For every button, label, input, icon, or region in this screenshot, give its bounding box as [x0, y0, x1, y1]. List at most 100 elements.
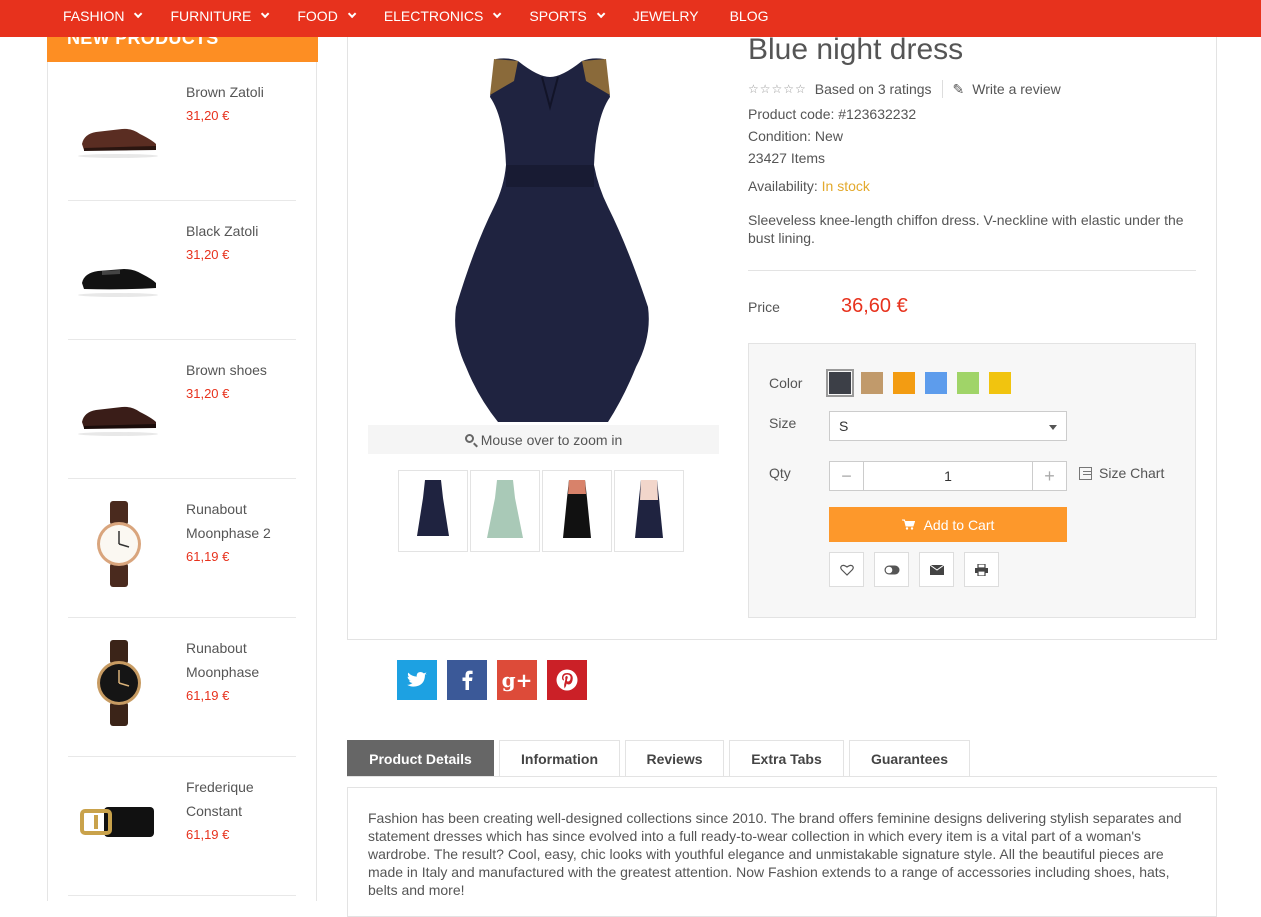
nav-label: FURNITURE [170, 8, 252, 24]
watch-white-icon[interactable] [74, 499, 164, 589]
price-label: Price [748, 299, 780, 315]
product-tabs: Product Details Information Reviews Extr… [347, 740, 1217, 777]
product-stock-count: 23427 Items [748, 150, 826, 166]
thumbnail-image[interactable] [614, 470, 684, 552]
sidebar-product-name[interactable]: Runabout Moonphase 2 61,19 € [186, 497, 296, 569]
sidebar-product-price: 61,19 € [186, 549, 230, 564]
sidebar-product-price: 31,20 € [186, 386, 230, 401]
tab-reviews[interactable]: Reviews [625, 740, 724, 776]
tab-information[interactable]: Information [499, 740, 620, 776]
toggle-icon [884, 565, 899, 574]
sidebar-product[interactable]: Frederique Constant 61,19 € [68, 757, 296, 896]
thumbnail-image[interactable] [470, 470, 540, 552]
sidebar-product-name[interactable]: Runabout Moonphase 61,19 € [186, 636, 296, 708]
sidebar-product[interactable]: Runabout Moonphase 2 61,19 € [68, 479, 296, 618]
color-swatch-charcoal[interactable] [826, 369, 854, 397]
sidebar-product-name[interactable]: Black Zatoli 31,20 € [186, 219, 296, 267]
add-to-cart-button[interactable]: Add to Cart [829, 507, 1067, 542]
shoe-black-icon[interactable] [74, 221, 164, 311]
watch-black-icon[interactable] [74, 638, 164, 728]
shoe-brown-icon[interactable] [74, 82, 164, 172]
print-button[interactable] [964, 552, 999, 587]
dress-navy-icon [417, 480, 449, 536]
belt-icon[interactable] [74, 777, 164, 867]
color-swatch-orange[interactable] [893, 372, 915, 394]
sidebar-product-name[interactable]: Brown Zatoli 31,20 € [186, 80, 296, 128]
chevron-down-icon [493, 9, 502, 19]
size-value: S [839, 418, 849, 434]
nav-item-furniture[interactable]: FURNITURE [170, 8, 270, 24]
star-rating-icon[interactable]: ☆☆☆☆☆ [748, 82, 807, 96]
nav-item-fashion[interactable]: FASHION [63, 8, 143, 24]
rating-count: Based on 3 ratings [814, 81, 932, 97]
pencil-icon: ✎ [952, 80, 965, 97]
product-name-text: Frederique Constant [186, 779, 254, 819]
facebook-share-button[interactable] [447, 660, 487, 700]
sidebar-product-name[interactable]: Brown shoes 31,20 € [186, 358, 296, 406]
google-plus-share-button[interactable]: g+ [497, 660, 537, 700]
color-swatch-green[interactable] [957, 372, 979, 394]
color-swatch-blue[interactable] [925, 372, 947, 394]
product-condition: Condition: New [748, 128, 843, 144]
tab-extra-tabs[interactable]: Extra Tabs [729, 740, 844, 776]
sidebar-header: NEW PRODUCTS [47, 37, 318, 62]
size-select[interactable]: S [829, 411, 1067, 441]
qty-increase-button[interactable]: + [1032, 462, 1066, 490]
envelope-icon [929, 564, 944, 575]
rating-row: ☆☆☆☆☆ Based on 3 ratings ✎ Write a revie… [748, 80, 1061, 98]
sidebar-product-price: 61,19 € [186, 688, 230, 703]
shoe-brown-dark-icon[interactable] [74, 360, 164, 450]
sidebar-product-price: 31,20 € [186, 247, 230, 262]
price-value: 36,60 € [841, 295, 908, 317]
sidebar-product[interactable]: Black Zatoli 31,20 € [68, 201, 296, 340]
product-title: Blue night dress [748, 33, 964, 66]
sidebar-product[interactable]: Runabout Moonphase 61,19 € [68, 618, 296, 757]
tab-product-details[interactable]: Product Details [347, 740, 494, 776]
twitter-share-button[interactable] [397, 660, 437, 700]
color-swatches [826, 369, 1021, 397]
size-chart-link[interactable]: Size Chart [1079, 465, 1164, 481]
color-swatch-yellow[interactable] [989, 372, 1011, 394]
compare-button[interactable] [874, 552, 909, 587]
qty-decrease-button[interactable]: − [830, 462, 864, 490]
qty-input[interactable]: 1 [864, 462, 1032, 490]
size-chart-text: Size Chart [1099, 465, 1165, 481]
color-swatch-tan[interactable] [861, 372, 883, 394]
availability: Availability: In stock [748, 178, 870, 194]
zoom-hint-text: Mouse over to zoom in [480, 431, 623, 448]
product-main-image[interactable] [448, 37, 653, 427]
sidebar-title: NEW PRODUCTS [67, 37, 219, 48]
sidebar-product-list: Brown Zatoli 31,20 € Black Zatoli 31,20 € … [68, 62, 296, 896]
divider [941, 80, 943, 98]
nav-item-electronics[interactable]: ELECTRONICS [384, 8, 502, 24]
product-code: Product code: #123632232 [748, 106, 917, 122]
divider [748, 270, 1196, 271]
sidebar-product[interactable]: Brown shoes 31,20 € [68, 340, 296, 479]
top-navigation: FASHION FURNITURE FOOD ELECTRONICS SPORT… [0, 0, 1261, 37]
sidebar-product-name[interactable]: Frederique Constant 61,19 € [186, 775, 296, 847]
google-plus-icon: g+ [501, 668, 533, 692]
nav-item-food[interactable]: FOOD [297, 8, 357, 24]
heart-icon [839, 564, 854, 576]
wishlist-button[interactable] [829, 552, 864, 587]
product-name-text: Brown Zatoli [186, 84, 264, 100]
nav-item-jewelry[interactable]: JEWELRY [633, 8, 699, 24]
nav-item-blog[interactable]: BLOG [730, 8, 769, 24]
email-button[interactable] [919, 552, 954, 587]
nav-label: SPORTS [529, 8, 587, 24]
thumbnail-image[interactable] [398, 470, 468, 552]
product-action-buttons [829, 552, 1009, 587]
product-detail-panel: Mouse over to zoom in Blue night dress ☆… [347, 33, 1217, 640]
pinterest-share-button[interactable] [547, 660, 587, 700]
product-name-text: Black Zatoli [186, 223, 259, 239]
size-label: Size [769, 415, 797, 431]
tab-guarantees[interactable]: Guarantees [849, 740, 970, 776]
dress-black-icon [563, 480, 591, 538]
nav-item-sports[interactable]: SPORTS [529, 8, 606, 24]
twitter-icon [407, 671, 427, 687]
sidebar-product[interactable]: Brown Zatoli 31,20 € [68, 62, 296, 201]
availability-label: Availability: [748, 178, 818, 194]
thumbnail-image[interactable] [542, 470, 612, 552]
write-review-link[interactable]: Write a review [972, 81, 1060, 97]
nav-label: BLOG [729, 8, 769, 24]
